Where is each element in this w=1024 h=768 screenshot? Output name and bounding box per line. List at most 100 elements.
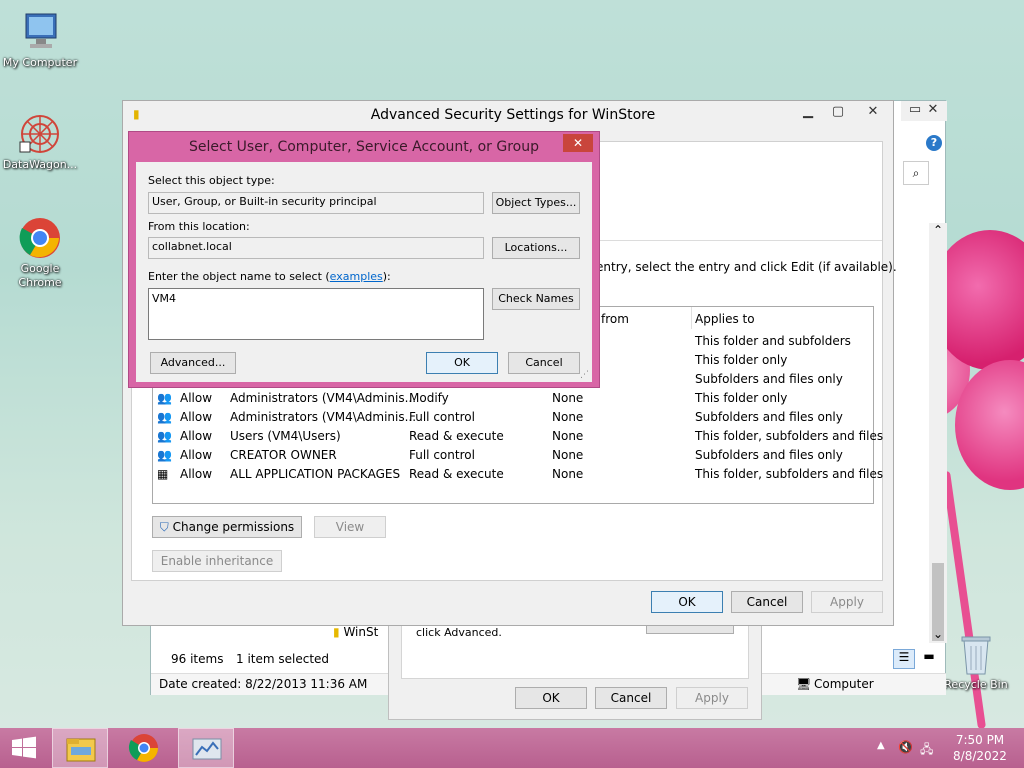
scroll-down-icon[interactable]: ⌄ [929, 627, 947, 641]
desktop-icon-recycle-bin[interactable]: Recycle Bin [936, 632, 1016, 692]
cell-applies-to: Subfolders and files only [695, 410, 843, 424]
selected-count: 1 item selected [236, 652, 330, 666]
select-cancel-button[interactable]: Cancel [508, 352, 580, 374]
cell-type: Allow [180, 448, 213, 462]
ok-button[interactable]: OK [651, 591, 723, 613]
column-header-inherited-from[interactable]: from [601, 312, 629, 326]
cell-access: Read & execute [409, 429, 504, 443]
column-divider [691, 307, 692, 329]
users-icon: 👥 [157, 429, 172, 443]
change-permissions-label: Change permissions [172, 520, 295, 534]
item-count: 96 items [171, 652, 224, 666]
object-type-field: User, Group, or Built-in security princi… [148, 192, 484, 214]
start-button[interactable] [0, 728, 48, 768]
dialog-title: Select User, Computer, Service Account, … [189, 139, 539, 155]
scroll-up-icon[interactable]: ⌃ [929, 223, 947, 237]
check-names-button[interactable]: Check Names [492, 288, 580, 310]
cell-inherited: None [552, 467, 584, 481]
desktop-icon-my-computer[interactable]: My Computer [0, 10, 80, 70]
chrome-icon [128, 734, 158, 762]
close-icon[interactable]: ✕ [853, 103, 893, 123]
cell-access: Full control [409, 448, 475, 462]
object-type-label: Select this object type: [148, 174, 275, 187]
cell-applies-to: Subfolders and files only [695, 448, 843, 462]
properties-ok-button[interactable]: OK [515, 687, 587, 709]
folder-name: WinSt [343, 625, 379, 639]
column-header-applies-to[interactable]: Applies to [695, 312, 755, 326]
clock[interactable]: 7:50 PM 8/8/2022 [944, 732, 1016, 764]
minimize-icon[interactable]: ▁ [793, 103, 823, 123]
cell-type: Allow [180, 467, 213, 481]
examples-link[interactable]: examples [330, 270, 383, 283]
details-view-icon[interactable]: ☰ [893, 649, 915, 669]
explorer-scrollbar[interactable]: ⌃ ⌄ [929, 223, 947, 643]
clock-time: 7:50 PM [955, 733, 1005, 747]
search-icon[interactable]: ⌕ [903, 161, 929, 185]
desktop-icon-label: Recycle Bin [944, 678, 1008, 691]
cell-principal: Users (VM4\Users) [230, 429, 341, 443]
desktop-icon-datawagon[interactable]: DataWagon... [0, 112, 80, 172]
select-user-body: Select this object type: User, Group, or… [136, 162, 592, 382]
locations-button[interactable]: Locations... [492, 237, 580, 259]
table-row[interactable]: 👥 Allow Users (VM4\Users) Read & execute… [153, 427, 883, 446]
cell-inherited: None [552, 448, 584, 462]
shield-icon: ⛉ [159, 520, 169, 534]
monitor-icon [192, 738, 222, 760]
cell-applies-to: This folder only [695, 391, 788, 405]
clock-date: 8/8/2022 [953, 749, 1007, 763]
cell-principal: Administrators (VM4\Adminis... [230, 391, 417, 405]
table-row[interactable]: 👥 Allow Administrators (VM4\Adminis... M… [153, 389, 873, 408]
cell-applies-to: This folder, subfolders and files [695, 467, 884, 481]
cell-inherited: None [552, 410, 584, 424]
date-created: Date created: 8/22/2013 11:36 AM [159, 677, 368, 691]
large-icons-view-icon[interactable]: ▬ [919, 649, 939, 669]
cell-type: Allow [180, 410, 213, 424]
users-icon: 👥 [157, 448, 172, 462]
network-icon[interactable]: 🖧 [920, 740, 933, 761]
computer-icon: 🖥 [796, 677, 812, 691]
datawagon-icon [18, 112, 62, 156]
desktop-icon-google-chrome[interactable]: Google Chrome [0, 216, 80, 290]
cell-applies-to: This folder, subfolders and files [695, 429, 884, 443]
taskbar-file-explorer[interactable] [52, 728, 108, 768]
maximize-icon[interactable]: ▢ [823, 103, 853, 123]
show-hidden-icons-icon[interactable]: ▲ [877, 740, 885, 751]
cell-applies-to: Subfolders and files only [695, 372, 843, 386]
cell-access: Modify [409, 391, 449, 405]
desktop-icon-label: Google Chrome [18, 262, 62, 289]
change-permissions-button[interactable]: ⛉ Change permissions [152, 516, 302, 538]
table-row[interactable]: 👥 Allow Administrators (VM4\Adminis... F… [153, 408, 873, 427]
advanced-security-titlebar: ▮ Advanced Security Settings for WinStor… [123, 101, 893, 131]
folder-icon: ▮ [333, 625, 340, 639]
chrome-icon [18, 216, 62, 260]
help-icon[interactable]: ? [926, 135, 942, 151]
cell-principal: ALL APPLICATION PACKAGES [230, 467, 401, 481]
view-button[interactable]: View [314, 516, 386, 538]
apply-button[interactable]: Apply [811, 591, 883, 613]
table-row[interactable]: ▦ Allow ALL APPLICATION PACKAGES Read & … [153, 465, 883, 484]
cell-principal: Administrators (VM4\Adminis... [230, 410, 417, 424]
select-user-titlebar: Select User, Computer, Service Account, … [129, 132, 599, 162]
taskbar-security-app[interactable] [178, 728, 234, 768]
volume-muted-icon[interactable]: 🔇 [898, 740, 913, 754]
properties-panel: click Advanced. [401, 621, 749, 679]
resize-grip-icon[interactable]: ⋰ [580, 370, 589, 380]
close-icon[interactable]: ✕ [563, 134, 593, 152]
table-row[interactable]: 👥 Allow CREATOR OWNER Full control None … [153, 446, 873, 465]
object-name-input[interactable]: VM4 [148, 288, 484, 340]
object-types-button[interactable]: Object Types... [492, 192, 580, 214]
minimize-icon[interactable]: ▭ [905, 101, 925, 121]
properties-apply-button[interactable]: Apply [676, 687, 748, 709]
enable-inheritance-button[interactable]: Enable inheritance [152, 550, 282, 572]
advanced-button[interactable]: Advanced... [150, 352, 236, 374]
enter-name-label-text: Enter the object name to select ( [148, 270, 330, 283]
cancel-button[interactable]: Cancel [731, 591, 803, 613]
close-icon[interactable]: ✕ [923, 101, 943, 121]
cell-type: Allow [180, 391, 213, 405]
taskbar-chrome[interactable] [116, 728, 172, 768]
permission-instructions: entry, select the entry and click Edit (… [596, 260, 897, 274]
select-ok-button[interactable]: OK [426, 352, 498, 374]
users-icon: 👥 [157, 410, 172, 424]
taskbar: ▲ 🔇 🖧 7:50 PM 8/8/2022 [0, 728, 1024, 768]
properties-cancel-button[interactable]: Cancel [595, 687, 667, 709]
